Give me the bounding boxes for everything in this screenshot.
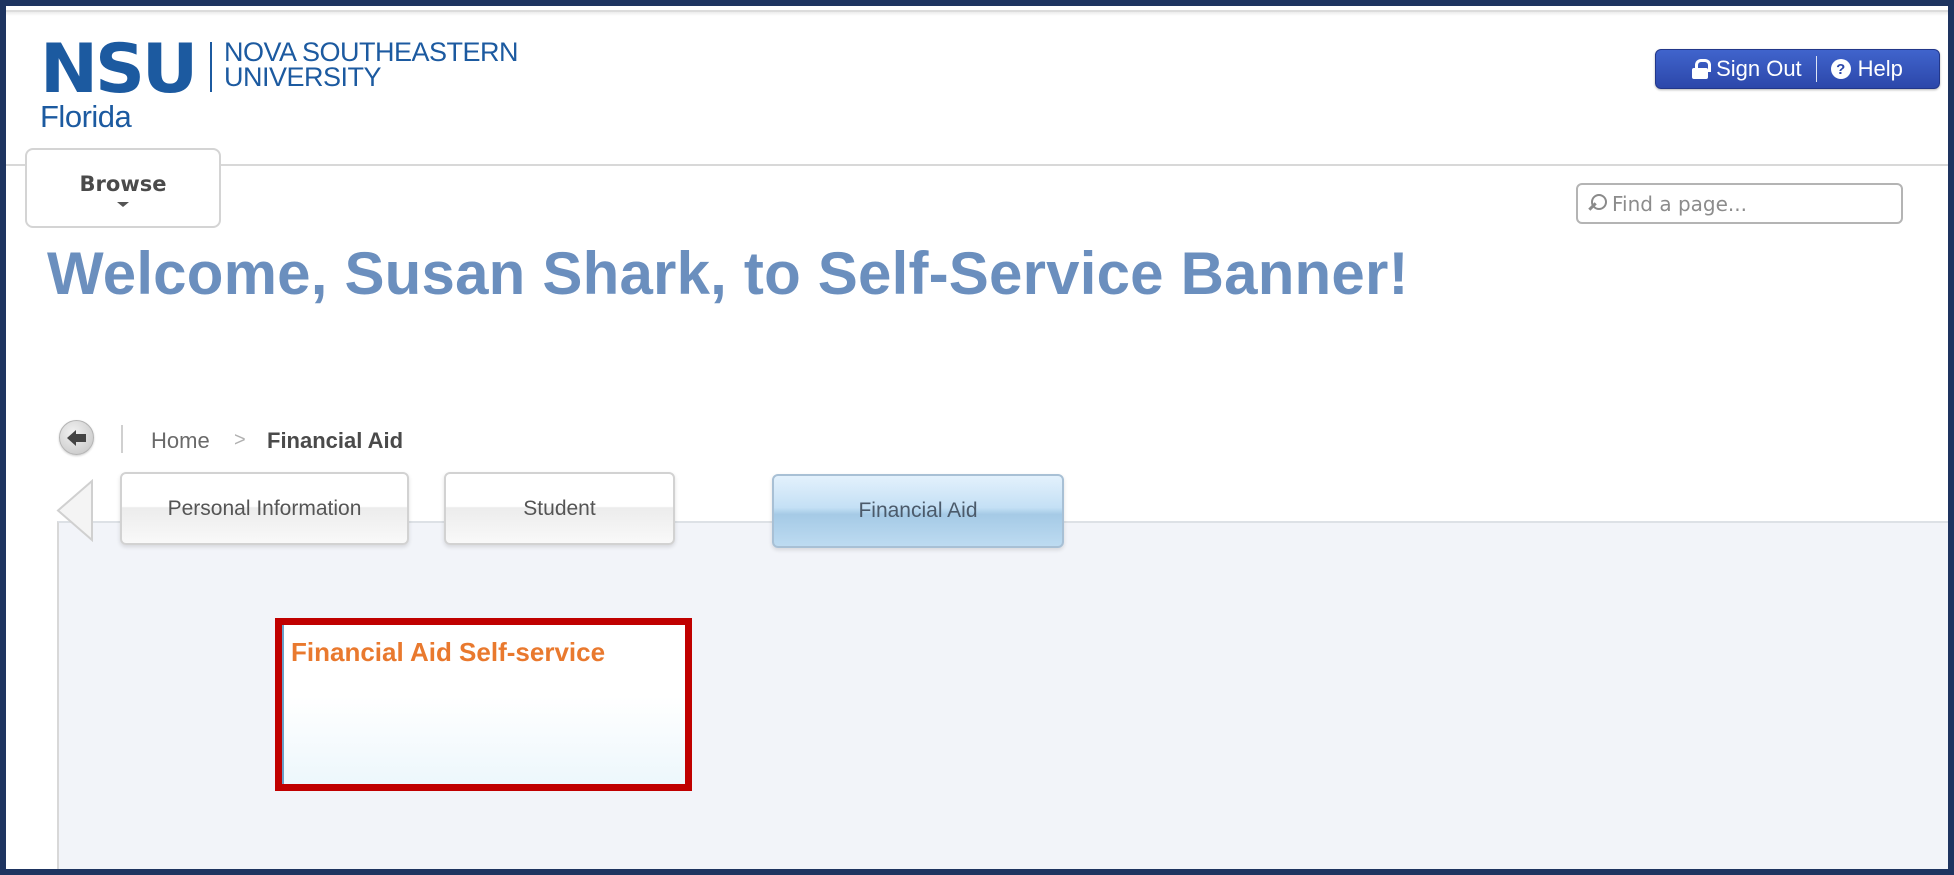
financial-aid-self-service-card[interactable]: Financial Aid Self-service — [282, 625, 685, 784]
back-button[interactable] — [59, 420, 94, 455]
tabs-previous-arrow-icon[interactable] — [56, 479, 94, 542]
breadcrumb-divider — [121, 425, 123, 453]
find-page-search[interactable] — [1576, 183, 1903, 224]
browse-menu-button[interactable]: Browse — [25, 148, 221, 228]
tab-financial-aid[interactable]: Financial Aid — [772, 474, 1064, 548]
welcome-heading: Welcome, Susan Shark, to Self-Service Ba… — [47, 240, 1409, 307]
search-icon — [1586, 193, 1608, 215]
auth-toolbar: Sign Out ? Help — [1655, 49, 1940, 89]
nsu-logo[interactable]: NSU NOVA SOUTHEASTERN UNIVERSITY Florida — [40, 30, 520, 138]
tab-personal-information[interactable]: Personal Information — [120, 472, 409, 545]
help-label: Help — [1857, 56, 1903, 81]
header-divider — [6, 164, 1948, 166]
search-input[interactable] — [1612, 191, 1892, 216]
auth-separator — [1815, 56, 1817, 82]
breadcrumb-current: Financial Aid — [267, 428, 404, 453]
top-strip-shadow — [6, 12, 1948, 16]
sign-out-label: Sign Out — [1716, 56, 1802, 81]
logo-divider — [210, 42, 212, 92]
help-button[interactable]: ? Help — [1830, 56, 1903, 82]
card-title[interactable]: Financial Aid Self-service — [291, 637, 605, 668]
logo-abbr: NSU — [40, 30, 198, 109]
logo-name-line2: UNIVERSITY — [224, 62, 382, 92]
sign-out-button[interactable]: Sign Out — [1692, 56, 1802, 82]
page-frame: NSU NOVA SOUTHEASTERN UNIVERSITY Florida… — [6, 6, 1948, 869]
breadcrumb-home[interactable]: Home — [151, 428, 210, 454]
breadcrumb-separator: > — [234, 429, 246, 451]
logo-location: Florida — [40, 99, 132, 134]
browse-label: Browse — [79, 171, 167, 196]
back-arrow-icon — [67, 430, 87, 446]
logo-name: NOVA SOUTHEASTERN UNIVERSITY — [224, 39, 519, 92]
tab-student[interactable]: Student — [444, 472, 675, 545]
caret-down-icon — [117, 201, 129, 207]
highlight-box: Financial Aid Self-service — [275, 618, 692, 791]
lock-icon — [1692, 59, 1712, 79]
question-circle-icon: ? — [1830, 59, 1851, 79]
